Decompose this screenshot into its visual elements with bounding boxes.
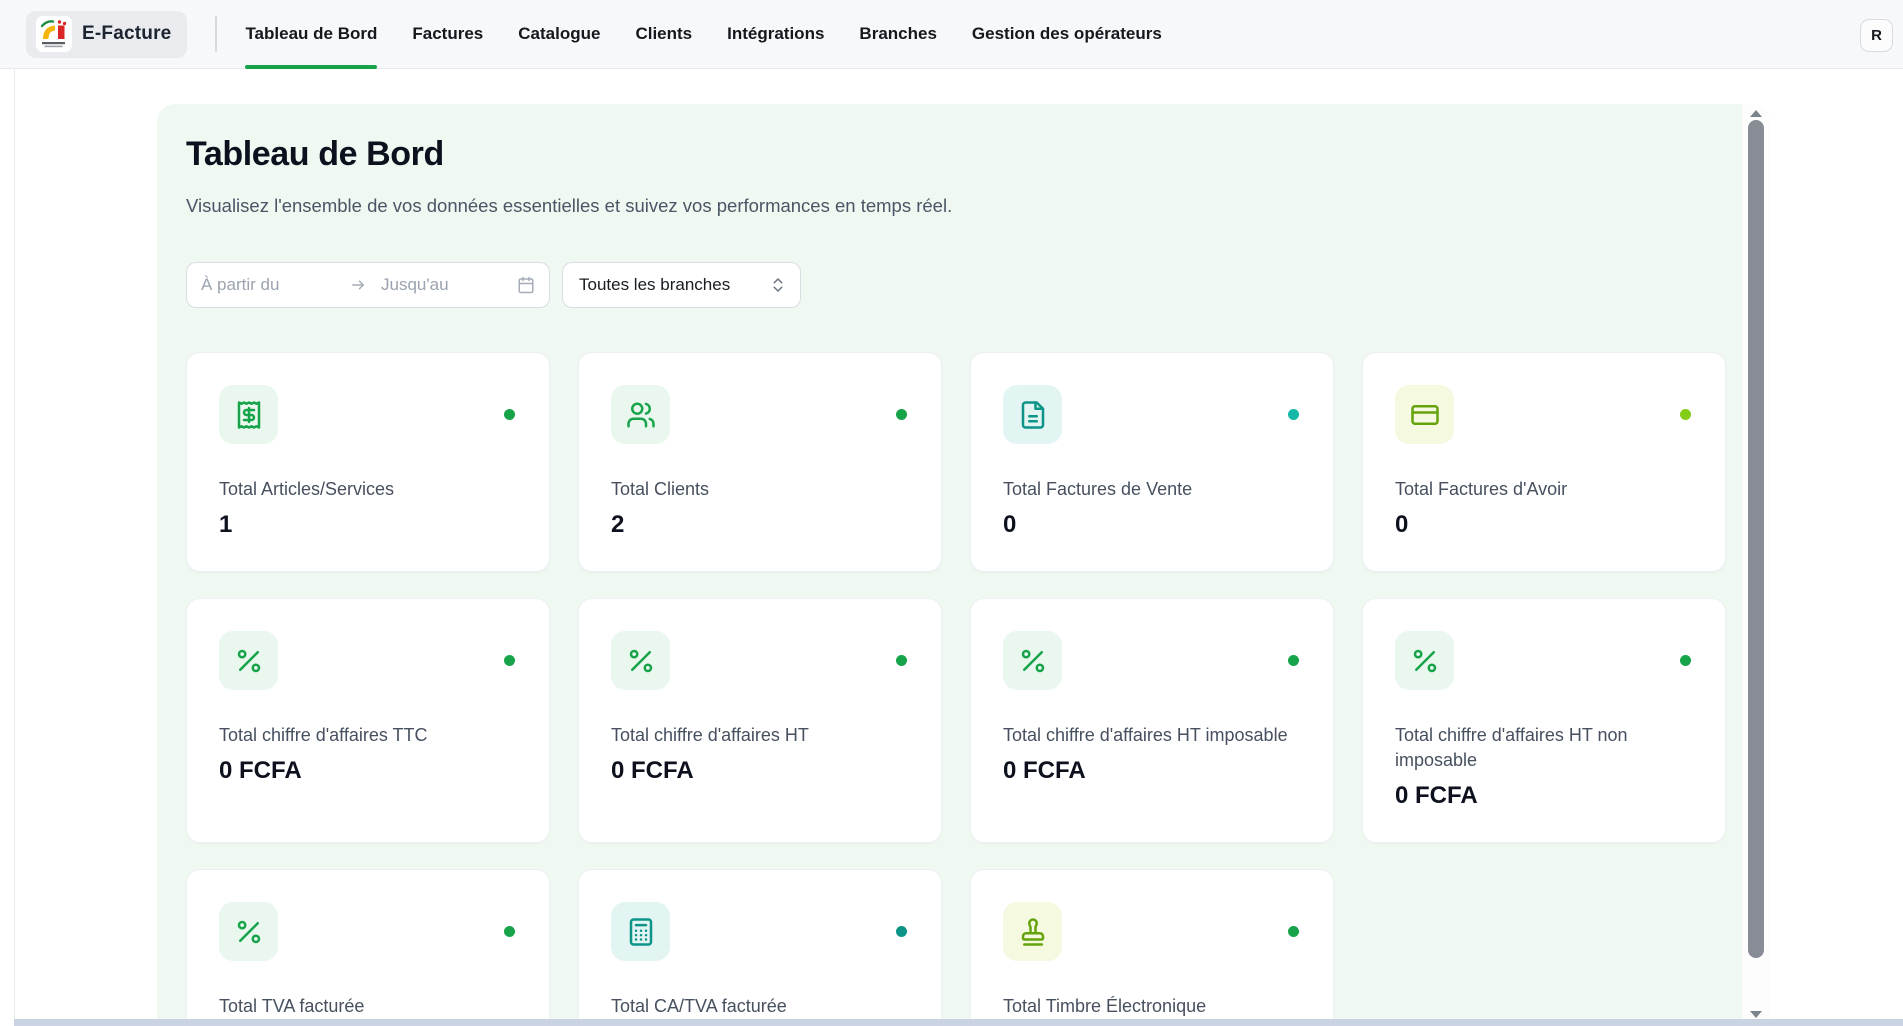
filters-row: À partir du Jusqu'au Toutes les branches: [186, 262, 1770, 308]
stat-card-label: Total Factures de Vente: [1003, 477, 1299, 502]
nav-item-gestion-des-operateurs[interactable]: Gestion des opérateurs: [972, 0, 1162, 69]
app-title: E-Facture: [82, 23, 171, 45]
status-dot: [896, 409, 907, 420]
header-divider: [215, 16, 217, 52]
stat-card-total-chiffre-d-affaires-ht-imposable: Total chiffre d'affaires HT imposable 0 F…: [970, 598, 1334, 843]
nav-item-catalogue[interactable]: Catalogue: [518, 0, 600, 69]
stat-card-icon-chip: [611, 902, 670, 961]
app-brand[interactable]: E-Facture: [26, 11, 187, 58]
window-left-edge: [14, 69, 15, 1026]
date-range-picker[interactable]: À partir du Jusqu'au: [186, 262, 550, 308]
stat-card-icon-chip: [1395, 631, 1454, 690]
scrollbar: [1742, 104, 1770, 1026]
percent-icon: [1018, 646, 1048, 676]
scrollbar-thumb[interactable]: [1748, 120, 1764, 958]
users-icon: [626, 400, 656, 430]
stat-card-value: 0: [1395, 511, 1693, 539]
status-dot: [1288, 655, 1299, 666]
status-dot: [1680, 655, 1691, 666]
stat-card-icon-chip: [219, 385, 278, 444]
calculator-icon: [626, 917, 656, 947]
date-from-input[interactable]: À partir du: [201, 275, 349, 295]
nav-item-branches[interactable]: Branches: [859, 0, 936, 69]
percent-icon: [234, 646, 264, 676]
status-dot: [504, 655, 515, 666]
nav-item-integrations[interactable]: Intégrations: [727, 0, 824, 69]
status-dot: [1680, 409, 1691, 420]
stat-card-label: Total chiffre d'affaires TTC: [219, 723, 515, 748]
branch-select[interactable]: Toutes les branches: [562, 262, 801, 308]
stat-card-total-factures-de-vente: Total Factures de Vente 0: [970, 352, 1334, 572]
dashboard-panel: Tableau de Bord Visualisez l'ensemble de…: [157, 104, 1770, 1026]
percent-icon: [234, 917, 264, 947]
stat-card-label: Total chiffre d'affaires HT non imposabl…: [1395, 723, 1691, 773]
stat-card-value: 2: [611, 511, 909, 539]
app-header: E-Facture Tableau de Bord Factures Catalog…: [0, 0, 1903, 69]
scroll-up-arrow-icon[interactable]: [1750, 110, 1762, 117]
page-title: Tableau de Bord: [186, 134, 1770, 174]
stat-card-total-tva-facturee: Total TVA facturée0 FCFA: [186, 869, 550, 1026]
stat-card-icon-chip: [219, 902, 278, 961]
main-nav: Tableau de Bord Factures Catalogue Clients I…: [245, 0, 1161, 69]
stat-card-total-articles-services: Total Articles/Services 1: [186, 352, 550, 572]
app-logo-icon: [36, 16, 72, 52]
stat-card-label: Total Factures d'Avoir: [1395, 477, 1691, 502]
file-text-icon: [1018, 400, 1048, 430]
stat-card-label: Total Clients: [611, 477, 907, 502]
credit-card-icon: [1410, 400, 1440, 430]
scroll-down-arrow-icon[interactable]: [1750, 1011, 1762, 1018]
status-dot: [1288, 409, 1299, 420]
stat-card-icon-chip: [611, 385, 670, 444]
receipt-icon: [234, 400, 264, 430]
status-dot: [896, 655, 907, 666]
nav-item-clients[interactable]: Clients: [635, 0, 692, 69]
stat-card-total-clients: Total Clients 2: [578, 352, 942, 572]
stat-card-icon-chip: [219, 631, 278, 690]
stat-card-icon-chip: [1395, 385, 1454, 444]
user-avatar-button[interactable]: R: [1860, 19, 1893, 52]
stat-card-label: Total Timbre Électronique: [1003, 994, 1299, 1019]
stat-card-value: 0 FCFA: [611, 757, 909, 785]
stat-card-value: 0 FCFA: [1003, 757, 1301, 785]
stat-card-total-timbre-electronique: Total Timbre Électronique0 FCFA: [970, 869, 1334, 1026]
stat-card-total-chiffre-d-affaires-ht: Total chiffre d'affaires HT 0 FCFA: [578, 598, 942, 843]
stat-card-value: 0: [1003, 511, 1301, 539]
calendar-icon: [517, 276, 535, 294]
percent-icon: [626, 646, 656, 676]
nav-item-factures[interactable]: Factures: [412, 0, 483, 69]
stat-card-label: Total chiffre d'affaires HT: [611, 723, 907, 748]
stat-card-icon-chip: [1003, 631, 1062, 690]
stat-card-label: Total CA/TVA facturée: [611, 994, 907, 1019]
stat-card-total-chiffre-d-affaires-ht-non-imposable: Total chiffre d'affaires HT non imposabl…: [1362, 598, 1726, 843]
status-dot: [504, 926, 515, 937]
window-bottom-edge: [14, 1019, 1903, 1026]
stat-card-label: Total chiffre d'affaires HT imposable: [1003, 723, 1299, 748]
stat-card-label: Total TVA facturée: [219, 994, 515, 1019]
date-to-input[interactable]: Jusqu'au: [381, 275, 517, 295]
stat-card-icon-chip: [1003, 385, 1062, 444]
stat-card-value: 0 FCFA: [1395, 782, 1693, 810]
stat-card-label: Total Articles/Services: [219, 477, 515, 502]
arrow-right-icon: [349, 276, 367, 294]
status-dot: [504, 409, 515, 420]
stat-card-total-chiffre-d-affaires-ttc: Total chiffre d'affaires TTC 0 FCFA: [186, 598, 550, 843]
page-subtitle: Visualisez l'ensemble de vos données ess…: [186, 194, 1770, 218]
nav-item-tableau-de-bord[interactable]: Tableau de Bord: [245, 0, 377, 69]
stat-card-value: 1: [219, 511, 517, 539]
chevrons-up-down-icon: [769, 276, 787, 294]
status-dot: [1288, 926, 1299, 937]
percent-icon: [1410, 646, 1440, 676]
stat-card-icon-chip: [611, 631, 670, 690]
stamp-icon: [1018, 917, 1048, 947]
stat-card-total-factures-d-avoir: Total Factures d'Avoir 0: [1362, 352, 1726, 572]
status-dot: [896, 926, 907, 937]
branch-select-value: Toutes les branches: [579, 275, 730, 295]
stat-card-icon-chip: [1003, 902, 1062, 961]
stat-card-value: 0 FCFA: [219, 757, 517, 785]
stats-grid: Total Articles/Services1Total Clients2To…: [186, 352, 1770, 1026]
stat-card-total-ca-tva-facturee: Total CA/TVA facturée0 FCFA: [578, 869, 942, 1026]
